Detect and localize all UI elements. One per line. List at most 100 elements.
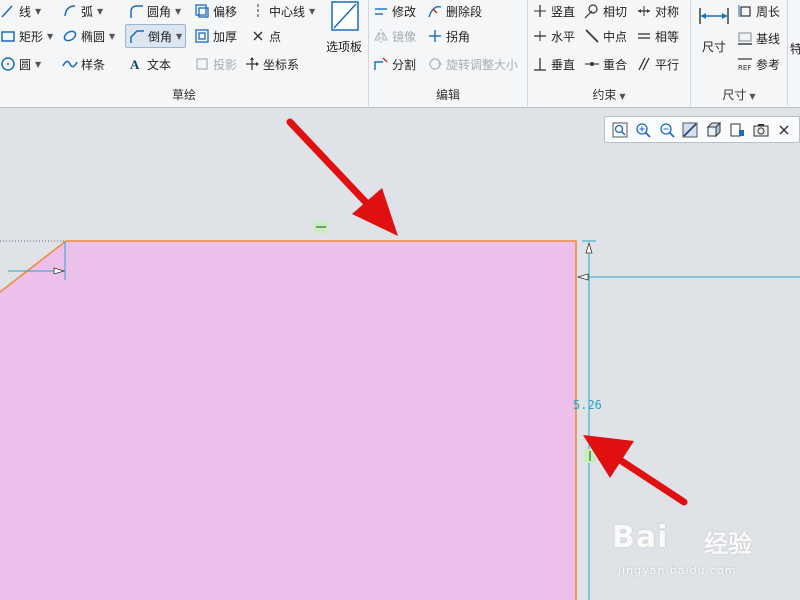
point-tool[interactable]: 点 xyxy=(250,25,281,47)
modify-icon xyxy=(373,3,389,19)
chevron-down-icon[interactable]: ▼ xyxy=(176,32,182,41)
text-icon: A xyxy=(128,56,144,72)
perpendicular-icon xyxy=(532,56,548,72)
equal-icon xyxy=(636,28,652,44)
sketch-group-label: 草绘 xyxy=(171,88,196,102)
point-icon xyxy=(250,28,266,44)
sketch-view-icon[interactable] xyxy=(752,120,770,140)
palette-icon xyxy=(328,0,360,34)
chevron-down-icon: ▼ xyxy=(619,92,626,101)
saved-views-icon[interactable] xyxy=(729,120,747,140)
close-icon[interactable] xyxy=(776,120,794,140)
parallel-constraint[interactable]: 平行 xyxy=(636,53,679,75)
reference-tool[interactable]: REF 参考 xyxy=(737,53,780,75)
ellipse-tool[interactable]: 椭圆 ▼ xyxy=(62,25,115,47)
rectangle-icon xyxy=(0,28,16,44)
corner-tool[interactable]: 拐角 xyxy=(427,25,470,47)
reference-icon: REF xyxy=(737,56,753,72)
spline-tool[interactable]: 样条 xyxy=(62,53,105,75)
parallel-icon xyxy=(636,56,652,72)
repaint-icon[interactable] xyxy=(682,120,700,140)
centerline-icon xyxy=(250,3,266,19)
chevron-down-icon[interactable]: ▼ xyxy=(35,60,41,69)
mirror-tool[interactable]: 镜像 xyxy=(373,25,416,47)
rotate-resize-icon xyxy=(427,56,443,72)
dimension-value[interactable]: 5.26 xyxy=(573,398,602,412)
circle-tool[interactable]: 圆 ▼ xyxy=(0,53,41,75)
text-tool[interactable]: A 文本 xyxy=(128,53,171,75)
coord-system-icon xyxy=(244,56,260,72)
annotation-arrow xyxy=(583,435,688,506)
watermark-brand-cn: 经验 xyxy=(704,530,752,558)
fillet-tool[interactable]: 圆角 ▼ xyxy=(128,0,181,22)
tangent-constraint[interactable]: 相切 xyxy=(584,0,627,22)
perpendicular-constraint[interactable]: 垂直 xyxy=(532,53,575,75)
overflow-group-edge[interactable]: 特 xyxy=(790,40,800,57)
horizontal-icon xyxy=(532,28,548,44)
zoom-fit-icon[interactable] xyxy=(611,120,629,140)
coincident-icon xyxy=(584,56,600,72)
baseline-icon xyxy=(737,30,753,46)
palette-button[interactable]: 选项板 xyxy=(322,0,366,55)
rectangle-tool[interactable]: 矩形 ▼ xyxy=(0,25,53,47)
line-tool[interactable]: 线 ▼ xyxy=(0,0,41,22)
dimension-button[interactable]: 尺寸 xyxy=(693,0,735,55)
watermark: Bai 经验 jingyan.baidu.com xyxy=(612,520,792,580)
dimension-group: 尺寸 周长 基线 REF 参考 尺寸 ▼ xyxy=(691,0,788,106)
baseline-tool[interactable]: 基线 xyxy=(737,27,780,49)
chamfer-icon xyxy=(129,28,145,44)
display-style-icon[interactable] xyxy=(705,120,723,140)
perimeter-icon xyxy=(737,3,753,19)
chevron-down-icon[interactable]: ▼ xyxy=(175,7,181,16)
sketch-canvas[interactable]: 5.26 Bai 经验 jingyan.baidu.com xyxy=(0,108,800,600)
divide-icon xyxy=(373,56,389,72)
edit-group: 修改 删除段 镜像 拐角 分割 旋转调整大小 编辑 xyxy=(369,0,528,106)
zoom-out-icon[interactable] xyxy=(658,120,676,140)
mirror-icon xyxy=(373,28,389,44)
thicken-icon xyxy=(194,28,210,44)
divide-tool[interactable]: 分割 xyxy=(373,53,416,75)
arc-tool[interactable]: 弧 ▼ xyxy=(62,0,103,22)
edit-group-label: 编辑 xyxy=(435,88,460,102)
project-tool[interactable]: 投影 xyxy=(194,53,237,75)
fillet-icon xyxy=(128,3,144,19)
dimension-arrowhead xyxy=(576,273,589,281)
corner-icon xyxy=(427,28,443,44)
centerline-tool[interactable]: 中心线 ▼ xyxy=(250,0,315,22)
perimeter-tool[interactable]: 周长 xyxy=(737,0,780,22)
coord-system-tool[interactable]: 坐标系 xyxy=(244,53,299,75)
modify-tool[interactable]: 修改 xyxy=(373,0,416,22)
dimension-group-label[interactable]: 尺寸 ▼ xyxy=(691,86,787,103)
horizontal-constraint[interactable]: 水平 xyxy=(532,25,575,47)
dimension-icon xyxy=(697,0,731,36)
watermark-logo: Bai xyxy=(612,520,669,555)
delete-segment-tool[interactable]: 删除段 xyxy=(427,0,482,22)
offset-tool[interactable]: 偏移 xyxy=(194,0,237,22)
coincident-constraint[interactable]: 重合 xyxy=(584,53,627,75)
chevron-down-icon[interactable]: ▼ xyxy=(35,7,41,16)
chevron-down-icon[interactable]: ▼ xyxy=(47,32,53,41)
chevron-down-icon[interactable]: ▼ xyxy=(109,32,115,41)
vertical-constraint[interactable]: 竖直 xyxy=(532,0,575,22)
midpoint-constraint[interactable]: 中点 xyxy=(584,25,627,47)
svg-text:REF: REF xyxy=(738,64,751,72)
symmetric-constraint[interactable]: 对称 xyxy=(636,0,679,22)
constrain-group-label[interactable]: 约束 ▼ xyxy=(528,86,690,103)
horizontal-constraint-marker xyxy=(314,221,328,233)
chevron-down-icon: ▼ xyxy=(749,92,756,101)
constrain-group: 竖直 相切 对称 水平 中点 相等 垂直 重合 平行 约束 ▼ xyxy=(528,0,691,106)
thicken-tool[interactable]: 加厚 xyxy=(194,25,237,47)
offset-icon xyxy=(194,3,210,19)
chamfer-tool[interactable]: 倒角 ▼ xyxy=(125,24,187,48)
midpoint-icon xyxy=(584,28,600,44)
chevron-down-icon[interactable]: ▼ xyxy=(97,7,103,16)
equal-constraint[interactable]: 相等 xyxy=(636,25,679,47)
ribbon-toolbar: 线 ▼ 弧 ▼ 圆角 ▼ 偏移 中心线 ▼ 矩形 ▼ 椭圆 ▼ 倒角 ▼ 加厚 … xyxy=(0,0,800,108)
chevron-down-icon[interactable]: ▼ xyxy=(309,7,315,16)
zoom-in-icon[interactable] xyxy=(635,120,653,140)
rotate-resize-tool[interactable]: 旋转调整大小 xyxy=(427,53,518,75)
annotation-arrow xyxy=(286,118,398,236)
project-icon xyxy=(194,56,210,72)
tangent-icon xyxy=(584,3,600,19)
symmetric-icon xyxy=(636,3,652,19)
